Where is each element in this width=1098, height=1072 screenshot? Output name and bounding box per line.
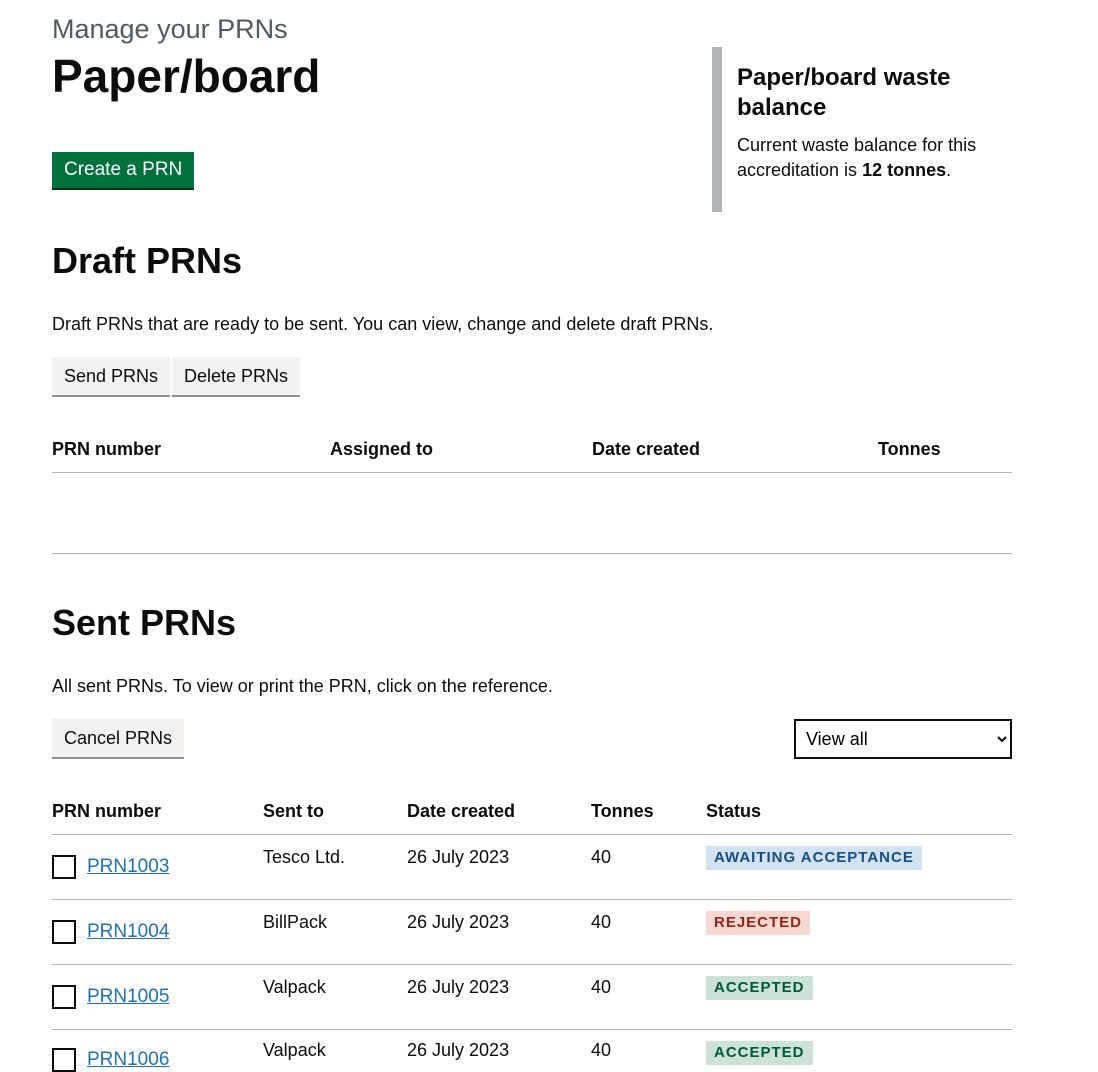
row-select-checkbox[interactable] — [52, 855, 76, 879]
prn-link[interactable]: PRN1005 — [87, 986, 169, 1008]
prn-link[interactable]: PRN1006 — [87, 1049, 169, 1071]
sent-col-status: Status — [706, 801, 762, 821]
create-prn-button[interactable]: Create a PRN — [52, 152, 195, 188]
row-divider — [52, 899, 1012, 900]
row-select-checkbox[interactable] — [52, 920, 76, 944]
status-badge: AWAITING ACCEPTANCE — [706, 846, 922, 870]
cancel-prns-button[interactable]: Cancel PRNs — [52, 719, 185, 757]
tonnes-cell: 40 — [591, 977, 612, 997]
waste-balance-amount: 12 tonnes — [862, 160, 947, 180]
sent-prns-description: All sent PRNs. To view or print the PRN,… — [52, 676, 553, 696]
sent-table-header-divider — [52, 834, 1012, 835]
draft-col-assigned-to: Assigned to — [330, 439, 434, 459]
status-badge: REJECTED — [706, 911, 811, 935]
tonnes-cell: 40 — [591, 912, 612, 932]
draft-table-header-divider — [52, 472, 1012, 473]
sent-col-sent-to: Sent to — [263, 801, 324, 821]
draft-prns-heading: Draft PRNs — [52, 240, 243, 281]
date-cell: 26 July 2023 — [407, 1040, 510, 1060]
sent-col-date-created: Date created — [407, 801, 516, 821]
status-badge: ACCEPTED — [706, 1041, 813, 1065]
waste-balance-panel: Paper/board waste balance Current waste … — [712, 47, 1002, 212]
sent-to-cell: Valpack — [263, 1040, 326, 1060]
row-divider — [52, 964, 1012, 965]
date-cell: 26 July 2023 — [407, 977, 510, 997]
sent-to-cell: Valpack — [263, 977, 326, 997]
page-caption: Manage your PRNs — [52, 14, 288, 44]
row-divider — [52, 1029, 1012, 1030]
row-select-checkbox[interactable] — [52, 985, 76, 1009]
waste-balance-heading: Paper/board waste balance — [737, 64, 951, 121]
section-divider — [52, 553, 1012, 554]
sent-to-cell: BillPack — [263, 912, 328, 932]
waste-balance-text-suffix: . — [946, 160, 952, 180]
sent-col-tonnes: Tonnes — [591, 801, 654, 821]
page-title: Paper/board — [52, 50, 321, 102]
delete-prns-button[interactable]: Delete PRNs — [172, 357, 301, 395]
tonnes-cell: 40 — [591, 847, 612, 867]
send-prns-button[interactable]: Send PRNs — [52, 357, 171, 395]
draft-col-tonnes: Tonnes — [878, 439, 941, 459]
sent-to-cell: Tesco Ltd. — [263, 847, 346, 867]
row-select-checkbox[interactable] — [52, 1048, 76, 1072]
date-cell: 26 July 2023 — [407, 912, 510, 932]
draft-col-prn-number: PRN number — [52, 439, 162, 459]
tonnes-cell: 40 — [591, 1040, 612, 1060]
status-filter-select[interactable]: View all — [794, 719, 1012, 759]
sent-prns-heading: Sent PRNs — [52, 602, 237, 643]
prn-link[interactable]: PRN1004 — [87, 921, 169, 943]
draft-col-date-created: Date created — [592, 439, 701, 459]
sent-col-prn-number: PRN number — [52, 801, 162, 821]
date-cell: 26 July 2023 — [407, 847, 510, 867]
prn-link[interactable]: PRN1003 — [87, 856, 169, 878]
status-badge: ACCEPTED — [706, 976, 813, 1000]
waste-balance-text: Current waste balance for this accredita… — [737, 133, 1002, 183]
draft-prns-description: Draft PRNs that are ready to be sent. Yo… — [52, 314, 714, 334]
